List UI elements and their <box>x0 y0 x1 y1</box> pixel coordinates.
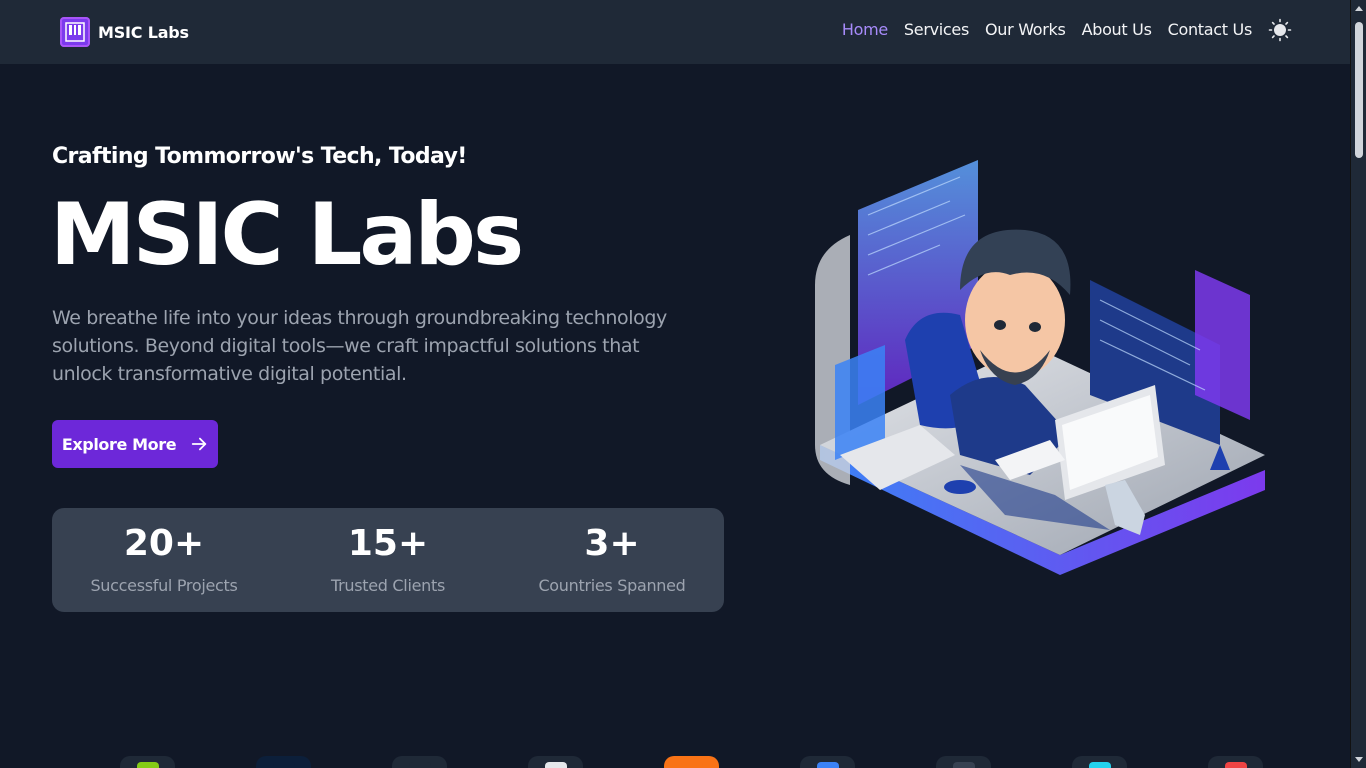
docker-icon <box>256 756 311 768</box>
stat-label: Successful Projects <box>90 576 238 595</box>
laravel-icon <box>1208 756 1263 768</box>
theme-toggle-sun-icon[interactable] <box>1268 18 1292 42</box>
nav-link-about-us[interactable]: About Us <box>1082 20 1152 39</box>
stat-countries: 3+ Countries Spanned <box>500 508 724 612</box>
explore-more-button[interactable]: Explore More <box>52 420 218 468</box>
scroll-thumb[interactable] <box>1355 22 1363 158</box>
github-icon <box>392 756 447 768</box>
page-scrollbar[interactable] <box>1350 0 1366 768</box>
arrow-right-icon <box>191 437 207 451</box>
python-icon <box>800 756 855 768</box>
react-icon <box>1072 756 1127 768</box>
nav-link-home[interactable]: Home <box>842 20 888 39</box>
stat-value: 3+ <box>584 523 640 564</box>
tech-logo-strip <box>120 756 1263 768</box>
nodejs-icon <box>120 756 175 768</box>
stats-panel: 20+ Successful Projects 15+ Trusted Clie… <box>52 508 724 612</box>
explore-more-label: Explore More <box>61 434 177 454</box>
nav-link-contact-us[interactable]: Contact Us <box>1168 20 1253 39</box>
nav-link-our-works[interactable]: Our Works <box>985 20 1066 39</box>
hero-description: We breathe life into your ideas through … <box>52 307 667 385</box>
stat-projects: 20+ Successful Projects <box>52 508 276 612</box>
scroll-down-icon[interactable] <box>1355 757 1363 762</box>
hero-title: MSIC Labs <box>50 185 524 285</box>
top-navbar: MSIC Labs Home Services Our Works About … <box>0 0 1350 64</box>
stat-value: 15+ <box>347 523 429 564</box>
stat-label: Trusted Clients <box>331 576 445 595</box>
stat-label: Countries Spanned <box>538 576 686 595</box>
linux-icon <box>936 756 991 768</box>
stat-clients: 15+ Trusted Clients <box>276 508 500 612</box>
brand-name: MSIC Labs <box>98 22 189 42</box>
brand-logo-icon <box>60 17 90 47</box>
nav-link-services[interactable]: Services <box>904 20 969 39</box>
stat-value: 20+ <box>123 523 205 564</box>
hero-tagline: Crafting Tommorrow's Tech, Today! <box>52 144 467 169</box>
developer-workstation-illustration <box>815 160 1265 575</box>
nav-menu: Home Services Our Works About Us Contact… <box>842 20 1252 39</box>
brand-link[interactable]: MSIC Labs <box>60 17 189 47</box>
scroll-up-icon[interactable] <box>1355 6 1363 11</box>
cloud-icon <box>528 756 583 768</box>
html-icon <box>664 756 719 768</box>
